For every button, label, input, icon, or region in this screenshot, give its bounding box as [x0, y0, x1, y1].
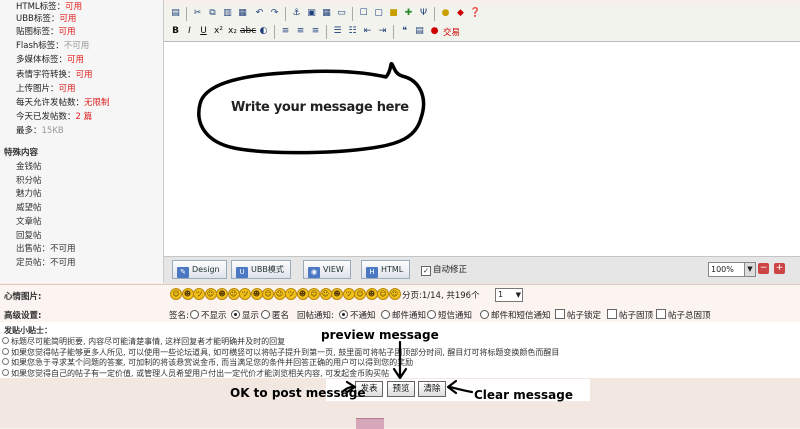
annotation-arrows — [340, 340, 474, 395]
avatar — [356, 418, 384, 429]
